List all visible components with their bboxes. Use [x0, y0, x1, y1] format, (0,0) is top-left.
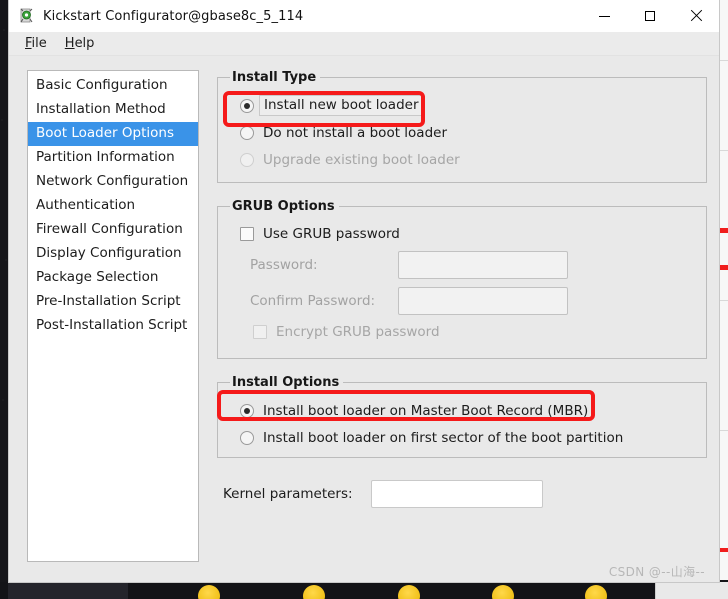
menu-help[interactable]: Help	[59, 34, 107, 53]
confirm-password-input[interactable]	[398, 287, 568, 315]
sidebar-item-display-configuration[interactable]: Display Configuration	[28, 242, 198, 266]
password-label: Password:	[250, 257, 398, 273]
install-type-group: Install Type Install new boot loader Do …	[217, 70, 707, 183]
maximize-icon	[645, 11, 655, 21]
emoji-icon	[585, 585, 607, 599]
kickstart-configurator-window: Kickstart Configurator@gbase8c_5_114 Fil…	[8, 0, 720, 583]
taskbar-strip[interactable]	[0, 582, 728, 599]
radio-selected-icon	[240, 99, 254, 113]
grub-options-legend: GRUB Options	[230, 199, 339, 214]
minimize-icon	[599, 16, 610, 17]
sidebar-item-post-installation-script[interactable]: Post-Installation Script	[28, 314, 198, 338]
kernel-parameters-input[interactable]	[371, 480, 543, 508]
radio-do-not-install-boot-loader-label: Do not install a boot loader	[263, 125, 447, 141]
grub-options-group: GRUB Options Use GRUB password Password:…	[217, 199, 707, 359]
minimize-button[interactable]	[581, 0, 627, 32]
radio-install-on-mbr-label: Install boot loader on Master Boot Recor…	[263, 403, 588, 419]
title-bar: Kickstart Configurator@gbase8c_5_114	[9, 0, 719, 32]
taskbar-tile	[8, 583, 128, 599]
radio-unselected-icon	[240, 126, 254, 140]
sidebar-item-basic-configuration[interactable]: Basic Configuration	[28, 74, 198, 98]
radio-install-on-first-sector[interactable]: Install boot loader on first sector of t…	[228, 424, 696, 451]
confirm-password-label: Confirm Password:	[250, 293, 398, 309]
taskbar-right-tile	[655, 582, 728, 599]
emoji-icon	[398, 585, 420, 599]
kernel-parameters-row: Kernel parameters:	[217, 480, 707, 508]
watermark: CSDN @--山海--	[609, 563, 705, 580]
radio-selected-icon	[240, 404, 254, 418]
checkbox-encrypt-grub-password: Encrypt GRUB password	[228, 319, 696, 344]
install-type-legend: Install Type	[230, 70, 320, 85]
radio-upgrade-existing-boot-loader-label: Upgrade existing boot loader	[263, 152, 460, 168]
sidebar-item-pre-installation-script[interactable]: Pre-Installation Script	[28, 290, 198, 314]
sidebar-item-partition-information[interactable]: Partition Information	[28, 146, 198, 170]
checkbox-encrypt-grub-password-label: Encrypt GRUB password	[276, 324, 440, 340]
checkbox-use-grub-password-label: Use GRUB password	[263, 226, 400, 242]
sidebar-item-package-selection[interactable]: Package Selection	[28, 266, 198, 290]
password-input[interactable]	[398, 251, 568, 279]
menu-file-label: ile	[32, 36, 47, 51]
radio-unselected-icon	[240, 431, 254, 445]
menu-help-mnemonic: H	[65, 36, 75, 51]
checkbox-unchecked-icon	[240, 227, 254, 241]
emoji-icon	[303, 585, 325, 599]
sidebar-item-firewall-configuration[interactable]: Firewall Configuration	[28, 218, 198, 242]
radio-upgrade-existing-boot-loader: Upgrade existing boot loader	[228, 146, 696, 173]
sidebar-item-boot-loader-options[interactable]: Boot Loader Options	[28, 122, 198, 146]
navigation-list[interactable]: Basic Configuration Installation Method …	[27, 70, 199, 562]
close-icon	[690, 10, 702, 22]
emoji-icon	[492, 585, 514, 599]
content-area: Basic Configuration Installation Method …	[9, 56, 719, 582]
radio-disabled-icon	[240, 153, 254, 167]
checkbox-use-grub-password[interactable]: Use GRUB password	[228, 221, 696, 247]
kernel-parameters-label: Kernel parameters:	[223, 486, 353, 502]
install-options-group: Install Options Install boot loader on M…	[217, 375, 707, 458]
sidebar-item-network-configuration[interactable]: Network Configuration	[28, 170, 198, 194]
radio-install-new-boot-loader-label: Install new boot loader	[259, 95, 424, 116]
maximize-button[interactable]	[627, 0, 673, 32]
window-title: Kickstart Configurator@gbase8c_5_114	[43, 9, 303, 24]
radio-do-not-install-boot-loader[interactable]: Do not install a boot loader	[228, 119, 696, 146]
sidebar-item-installation-method[interactable]: Installation Method	[28, 98, 198, 122]
emoji-icon	[198, 585, 220, 599]
menu-bar: File Help	[9, 32, 719, 56]
radio-install-new-boot-loader[interactable]: Install new boot loader	[228, 92, 696, 119]
radio-install-on-first-sector-label: Install boot loader on first sector of t…	[263, 430, 623, 446]
boot-loader-options-pane: Install Type Install new boot loader Do …	[217, 70, 707, 570]
kickstart-app-icon	[19, 8, 35, 24]
password-field-row: Password:	[228, 247, 696, 283]
sidebar-item-authentication[interactable]: Authentication	[28, 194, 198, 218]
radio-install-on-mbr[interactable]: Install boot loader on Master Boot Recor…	[228, 397, 696, 424]
window-controls	[581, 0, 719, 32]
menu-file[interactable]: File	[19, 34, 59, 53]
install-options-legend: Install Options	[230, 375, 343, 390]
menu-help-label: elp	[75, 36, 95, 51]
close-button[interactable]	[673, 0, 719, 32]
confirm-password-field-row: Confirm Password:	[228, 283, 696, 319]
checkbox-disabled-icon	[253, 325, 267, 339]
